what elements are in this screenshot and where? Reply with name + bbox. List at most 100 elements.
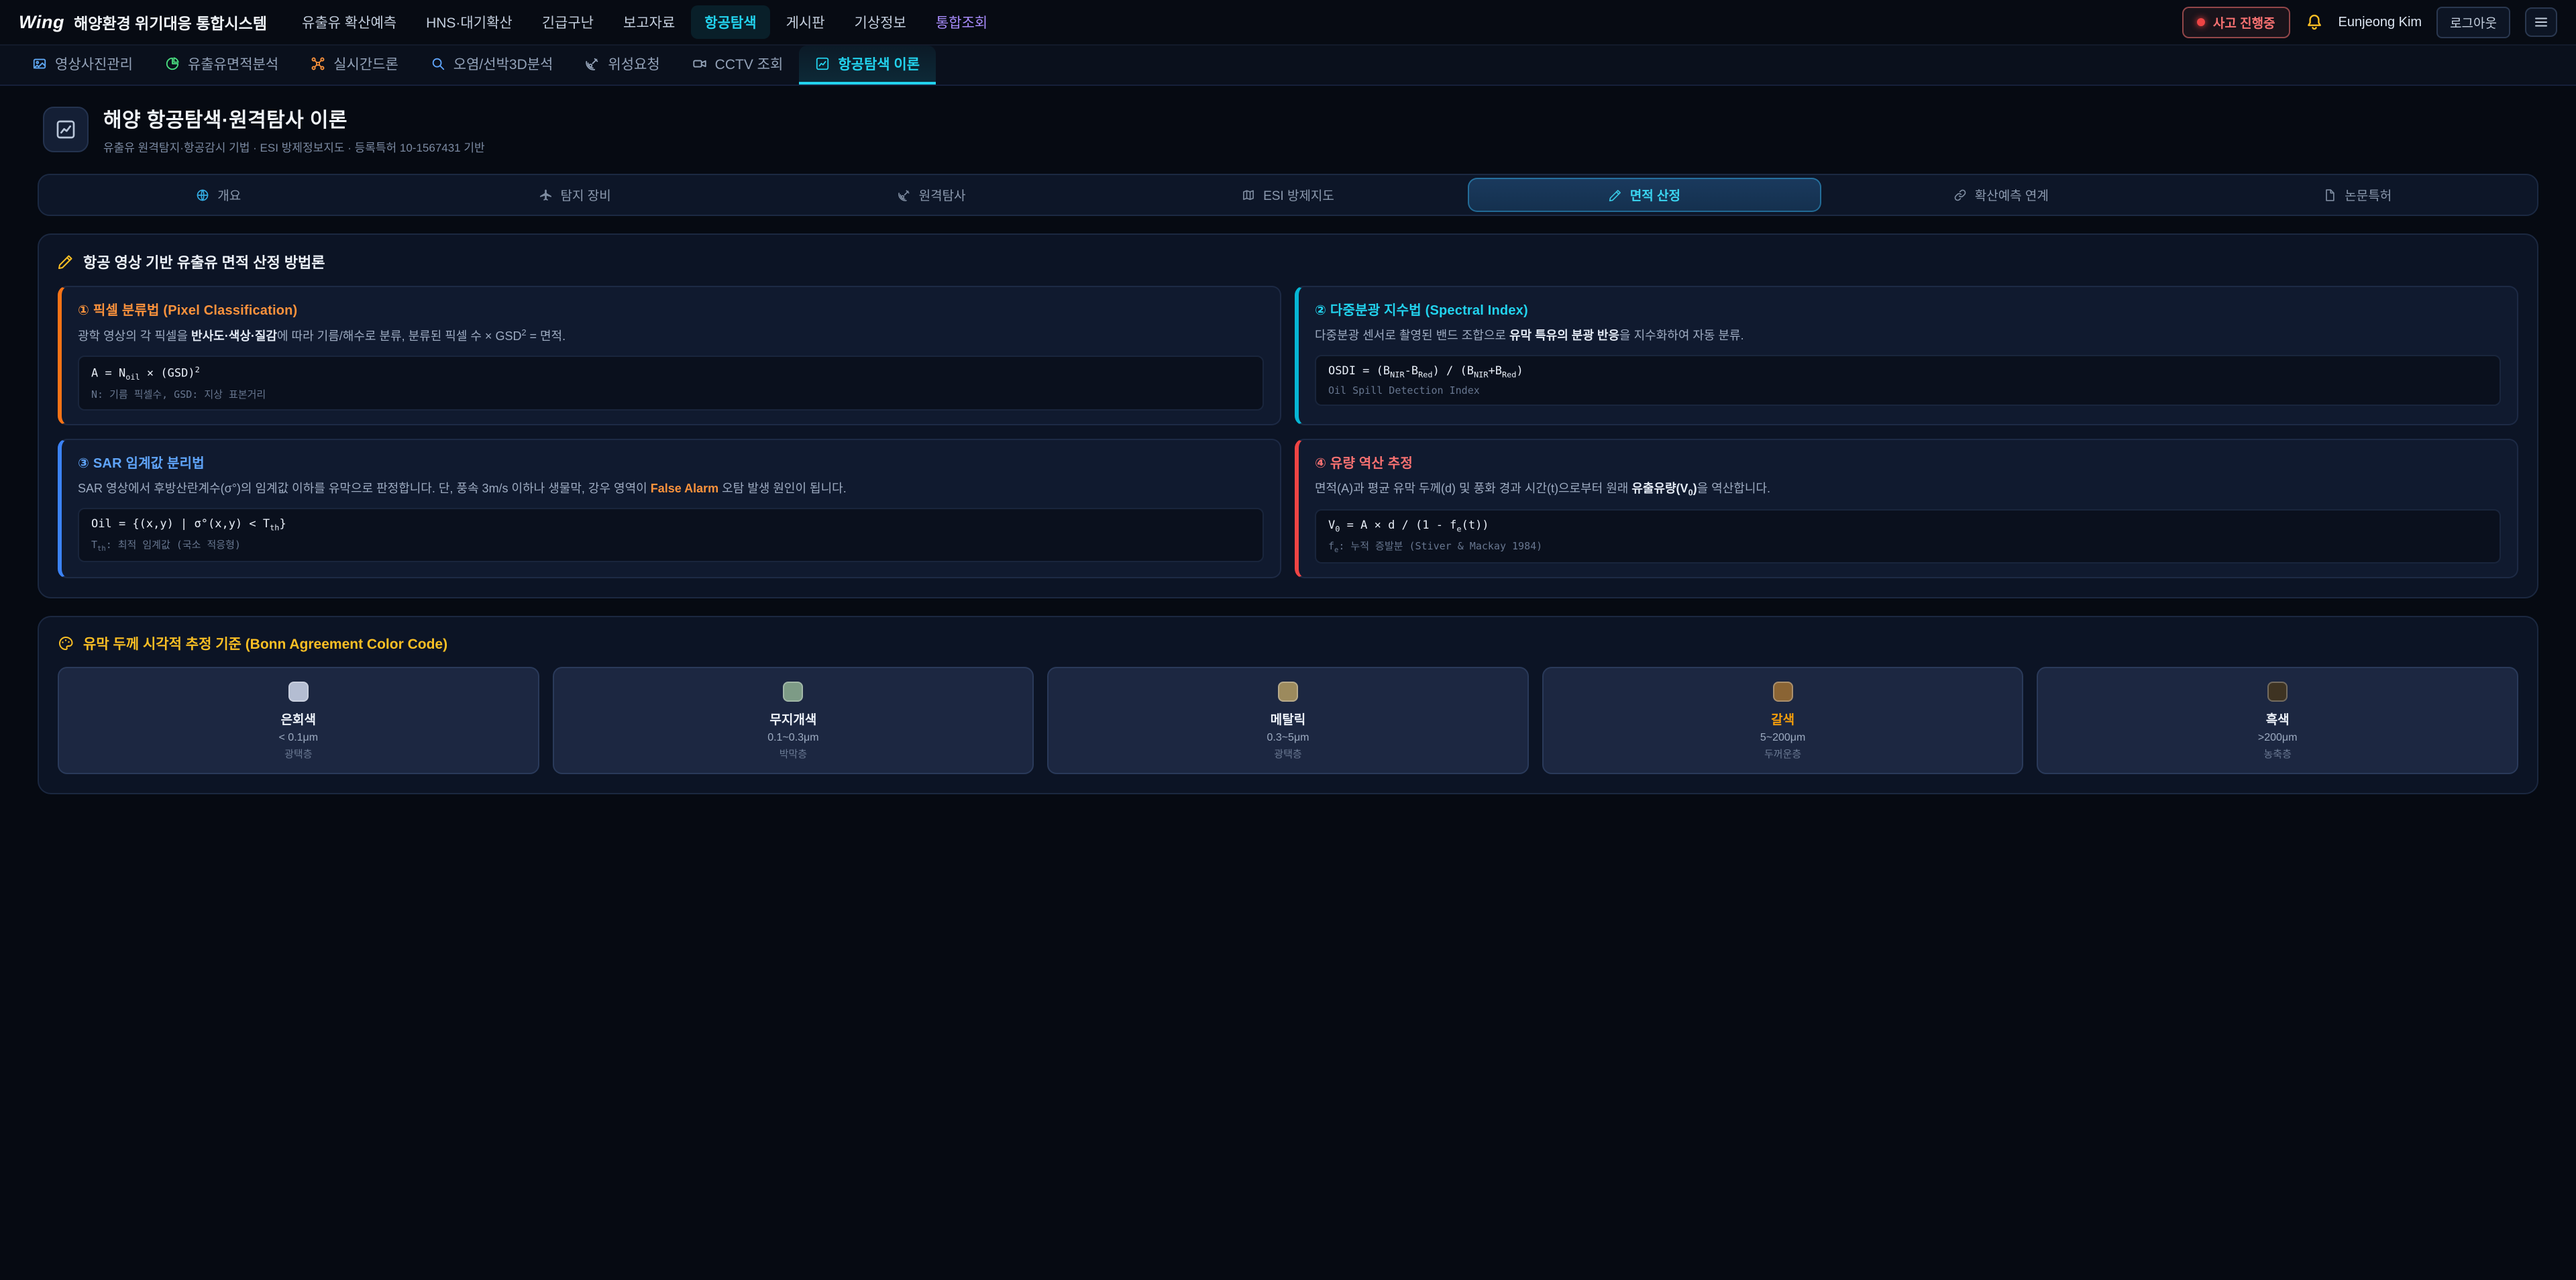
method-card-spectral-index: ② 다중분광 지수법 (Spectral Index) 다중분광 센서로 촬영된… bbox=[1295, 286, 2518, 425]
tab-pollution-ship-3d[interactable]: 오염/선박3D분석 bbox=[415, 46, 570, 85]
page-title: 해양 항공탐색·원격탐사 이론 bbox=[103, 103, 485, 133]
method-card-formula-block: V0 = A × d / (1 - fe(t)) fe: 누적 증발분 (Sti… bbox=[1315, 509, 2501, 564]
page-header-icon-box bbox=[43, 107, 89, 152]
hamburger-icon bbox=[2533, 14, 2549, 30]
thickness-name: 은회색 bbox=[67, 710, 530, 728]
section-label: ESI 방제지도 bbox=[1263, 186, 1334, 204]
color-swatch bbox=[1773, 682, 1793, 702]
section-detection-equipment[interactable]: 탐지 장비 bbox=[398, 178, 751, 212]
thickness-card-brown: 갈색 5~200μm 두꺼운층 bbox=[1542, 667, 2024, 774]
logout-button[interactable]: 로그아웃 bbox=[2436, 7, 2510, 38]
tab-cctv-view[interactable]: CCTV 조회 bbox=[676, 46, 800, 85]
tab-label: 항공탐색 이론 bbox=[838, 54, 920, 74]
nav-item-weather-info[interactable]: 기상정보 bbox=[841, 5, 920, 39]
incident-status-badge[interactable]: 사고 진행중 bbox=[2182, 7, 2290, 38]
thickness-layer: 광택층 bbox=[67, 747, 530, 761]
formula-note: fe: 누적 증발분 (Stiver & Mackay 1984) bbox=[1328, 539, 2487, 554]
section-label: 논문특허 bbox=[2345, 186, 2392, 204]
formula-note: N: 기름 픽셀수, GSD: 지상 표본거리 bbox=[91, 387, 1250, 401]
method-card-formula-block: A = Noil × (GSD)2 N: 기름 픽셀수, GSD: 지상 표본거… bbox=[78, 356, 1264, 411]
formula: V0 = A × d / (1 - fe(t)) bbox=[1328, 519, 2487, 533]
method-card-pixel-classification: ① 픽셀 분류법 (Pixel Classification) 광학 영상의 각… bbox=[58, 286, 1281, 425]
method-card-body: 광학 영상의 각 픽셀을 반사도·색상·질감에 따라 기름/해수로 분류, 분류… bbox=[78, 327, 1264, 346]
app-logo: Wing bbox=[19, 12, 64, 33]
section-area-calculation[interactable]: 면적 산정 bbox=[1468, 178, 1821, 212]
primary-nav: 유출유 확산예측 HNS·대기확산 긴급구난 보고자료 항공탐색 게시판 기상정… bbox=[288, 5, 1001, 39]
thickness-range: 5~200μm bbox=[1552, 732, 2015, 744]
tab-label: 실시간드론 bbox=[333, 54, 398, 74]
bell-icon bbox=[2305, 13, 2324, 32]
thickness-name: 무지개색 bbox=[562, 710, 1025, 728]
top-bar: Wing 해양환경 위기대응 통합시스템 유출유 확산예측 HNS·대기확산 긴… bbox=[0, 0, 2576, 46]
notifications-button[interactable] bbox=[2305, 13, 2324, 32]
section-esi-map[interactable]: ESI 방제지도 bbox=[1111, 178, 1464, 212]
thickness-name: 갈색 bbox=[1552, 710, 2015, 728]
incident-badge-label: 사고 진행중 bbox=[2213, 13, 2275, 32]
cctv-icon bbox=[692, 56, 707, 71]
alert-dot-icon bbox=[2197, 18, 2205, 26]
tab-label: 오염/선박3D분석 bbox=[453, 54, 553, 74]
formula: OSDI = (BNIR-BRed) / (BNIR+BRed) bbox=[1328, 364, 2487, 379]
methodology-grid: ① 픽셀 분류법 (Pixel Classification) 광학 영상의 각… bbox=[58, 286, 2518, 578]
tab-image-management[interactable]: 영상사진관리 bbox=[16, 46, 149, 85]
methodology-panel: 항공 영상 기반 유출유 면적 산정 방법론 ① 픽셀 분류법 (Pixel C… bbox=[38, 233, 2538, 598]
method-card-formula-block: Oil = {(x,y) | σ°(x,y) < Tth} Tth: 최적 임계… bbox=[78, 508, 1264, 562]
theory-chart-icon bbox=[815, 56, 830, 71]
nav-item-emergency-rescue[interactable]: 긴급구난 bbox=[529, 5, 607, 39]
bonn-heading-label: 유막 두께 시각적 추정 기준 (Bonn Agreement Color Co… bbox=[83, 633, 447, 653]
method-card-body: SAR 영상에서 후방산란계수(σ°)의 임계값 이하를 유막으로 판정합니다.… bbox=[78, 480, 1264, 498]
page-subtitle: 유출유 원격탐지·항공감시 기법 · ESI 방제정보지도 · 등록특허 10-… bbox=[103, 138, 485, 155]
section-remote-sensing[interactable]: 원격탐사 bbox=[755, 178, 1108, 212]
drone-icon bbox=[311, 56, 325, 71]
nav-item-hns-atmospheric[interactable]: HNS·대기확산 bbox=[413, 5, 526, 39]
color-swatch bbox=[783, 682, 803, 702]
thickness-card-silver: 은회색 < 0.1μm 광택층 bbox=[58, 667, 539, 774]
document-chart-icon bbox=[55, 119, 76, 140]
hamburger-menu-button[interactable] bbox=[2525, 7, 2557, 37]
section-papers-patents[interactable]: 논문특허 bbox=[2181, 178, 2534, 212]
thickness-layer: 농축층 bbox=[2046, 747, 2509, 761]
nav-item-integrated-search[interactable]: 통합조회 bbox=[922, 5, 1001, 39]
thickness-layer: 박막층 bbox=[562, 747, 1025, 761]
thickness-card-black: 흑색 >200μm 농축층 bbox=[2037, 667, 2518, 774]
satellite-icon bbox=[585, 56, 600, 71]
tab-label: 유출유면적분석 bbox=[188, 54, 278, 74]
nav-item-board[interactable]: 게시판 bbox=[773, 5, 839, 39]
tab-label: 위성요청 bbox=[608, 54, 659, 74]
page-header-text: 해양 항공탐색·원격탐사 이론 유출유 원격탐지·항공감시 기법 · ESI 방… bbox=[103, 103, 485, 155]
method-card-sar-threshold: ③ SAR 임계값 분리법 SAR 영상에서 후방산란계수(σ°)의 임계값 이… bbox=[58, 439, 1281, 579]
thickness-grid: 은회색 < 0.1μm 광택층 무지개색 0.1~0.3μm 박막층 메탈릭 0… bbox=[58, 667, 2518, 774]
globe-icon bbox=[196, 189, 209, 202]
nav-item-reports[interactable]: 보고자료 bbox=[610, 5, 688, 39]
pencil-icon bbox=[1609, 189, 1622, 202]
app-root: Wing 해양환경 위기대응 통합시스템 유출유 확산예측 HNS·대기확산 긴… bbox=[0, 0, 2576, 1280]
thickness-layer: 두꺼운층 bbox=[1552, 747, 2015, 761]
section-diffusion-link[interactable]: 확산예측 연계 bbox=[1824, 178, 2178, 212]
section-label: 원격탐사 bbox=[919, 186, 966, 204]
method-card-title: ② 다중분광 지수법 (Spectral Index) bbox=[1315, 299, 2501, 319]
image-icon bbox=[32, 56, 47, 71]
thickness-name: 흑색 bbox=[2046, 710, 2509, 728]
color-swatch bbox=[1278, 682, 1298, 702]
user-name: Eunjeong Kim bbox=[2339, 15, 2422, 30]
thickness-card-rainbow: 무지개색 0.1~0.3μm 박막층 bbox=[553, 667, 1034, 774]
color-swatch bbox=[2267, 682, 2288, 702]
nav-item-spill-forecast[interactable]: 유출유 확산예측 bbox=[288, 5, 410, 39]
method-card-formula-block: OSDI = (BNIR-BRed) / (BNIR+BRed) Oil Spi… bbox=[1315, 355, 2501, 406]
section-label: 확산예측 연계 bbox=[1975, 186, 2049, 204]
method-card-body: 다중분광 센서로 촬영된 밴드 조합으로 유막 특유의 분광 반응을 지수화하여… bbox=[1315, 327, 2501, 345]
thickness-layer: 광택층 bbox=[1057, 747, 1519, 761]
section-label: 면적 산정 bbox=[1630, 186, 1680, 204]
tab-realtime-drone[interactable]: 실시간드론 bbox=[294, 46, 415, 85]
page-content: 해양 항공탐색·원격탐사 이론 유출유 원격탐지·항공감시 기법 · ESI 방… bbox=[0, 86, 2576, 848]
tab-label: CCTV 조회 bbox=[715, 54, 784, 74]
method-card-volume-inversion: ④ 유량 역산 추정 면적(A)과 평균 유막 두께(d) 및 풍화 경과 시간… bbox=[1295, 439, 2518, 579]
link-icon bbox=[1953, 189, 1967, 202]
tab-oil-area-analysis[interactable]: 유출유면적분석 bbox=[149, 46, 294, 85]
bonn-color-code-panel: 유막 두께 시각적 추정 기준 (Bonn Agreement Color Co… bbox=[38, 616, 2538, 794]
section-overview[interactable]: 개요 bbox=[42, 178, 395, 212]
formula-note: Oil Spill Detection Index bbox=[1328, 384, 2487, 396]
tab-satellite-request[interactable]: 위성요청 bbox=[569, 46, 676, 85]
tab-aerial-theory[interactable]: 항공탐색 이론 bbox=[799, 46, 936, 85]
nav-item-aerial-search[interactable]: 항공탐색 bbox=[691, 5, 769, 39]
